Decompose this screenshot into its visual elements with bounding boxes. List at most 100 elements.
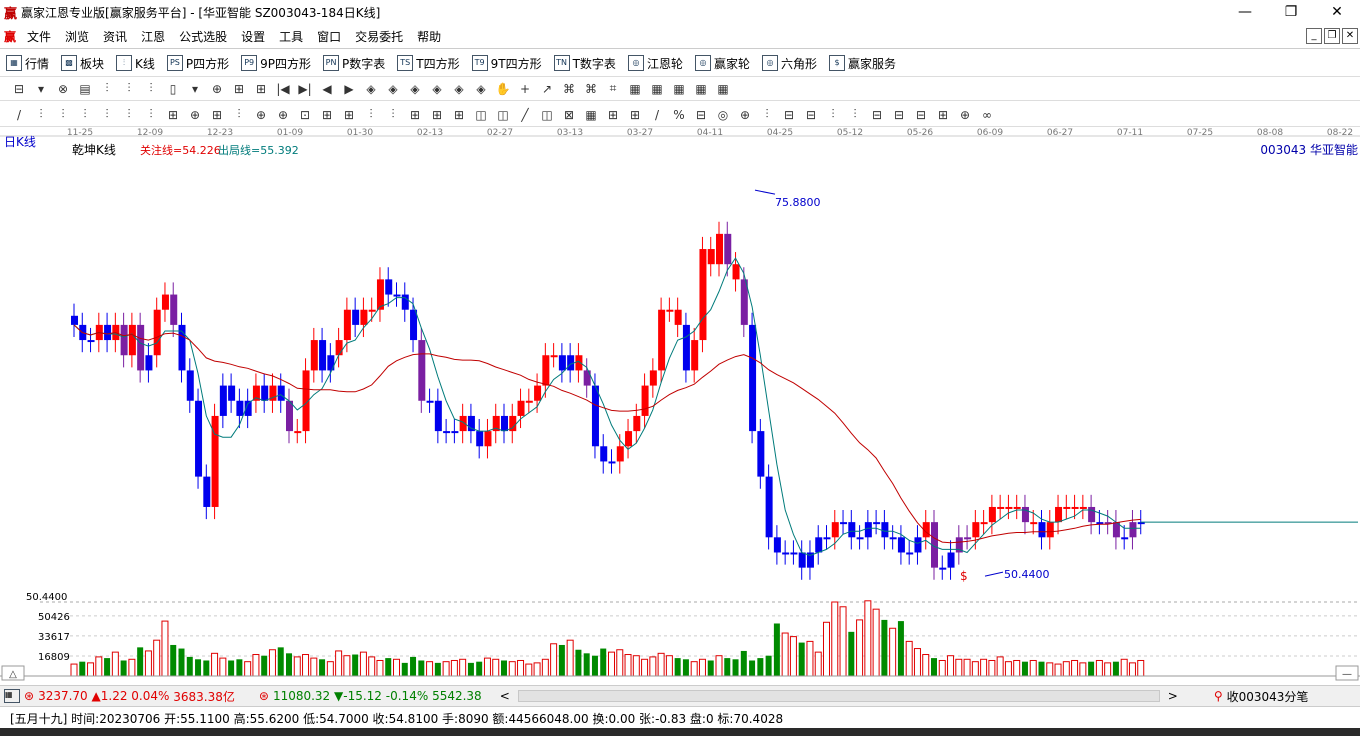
candle-body[interactable] <box>71 315 78 325</box>
toolbar-button-4[interactable]: P9 9P四方形 <box>235 55 317 72</box>
candle-body[interactable] <box>798 552 806 568</box>
candle-body[interactable] <box>889 537 897 540</box>
candle-body[interactable] <box>484 431 492 447</box>
candle-body[interactable] <box>1121 537 1129 540</box>
candle-body[interactable] <box>451 431 459 434</box>
candle-body[interactable] <box>666 309 674 312</box>
scroll-right-button[interactable]: > <box>1168 689 1178 703</box>
candle-body[interactable] <box>1055 506 1063 523</box>
candle-body[interactable] <box>203 476 211 507</box>
candle-body[interactable] <box>542 355 550 386</box>
candle-body[interactable] <box>972 522 980 538</box>
candle-body[interactable] <box>782 552 790 555</box>
menu-file[interactable]: 文件 <box>20 28 58 45</box>
candle-body[interactable] <box>104 324 112 341</box>
draw-tool-icon-13[interactable]: ▶| <box>294 82 316 96</box>
gann-tool-icon-19[interactable]: ⊞ <box>426 108 448 122</box>
toolbar-button-3[interactable]: PS P四方形 <box>161 55 235 72</box>
candle-body[interactable] <box>575 355 583 371</box>
draw-tool-icon-15[interactable]: ▶ <box>338 82 360 96</box>
toolbar-button-5[interactable]: PN P数字表 <box>317 55 391 72</box>
draw-tool-icon-11[interactable]: ⊞ <box>250 82 272 96</box>
gann-tool-icon-13[interactable]: ⊡ <box>294 108 316 122</box>
candle-body[interactable] <box>128 324 136 356</box>
candle-body[interactable] <box>1005 506 1013 509</box>
candle-body[interactable] <box>294 431 302 434</box>
fav-stock-label[interactable]: 收003043分笔 <box>1227 688 1309 705</box>
candle-body[interactable] <box>674 309 682 325</box>
candle-body[interactable] <box>459 415 467 432</box>
index-scrollbar[interactable] <box>517 690 1160 702</box>
candle-body[interactable] <box>947 552 955 568</box>
candle-body[interactable] <box>1129 522 1137 538</box>
draw-tool-icon-7[interactable]: ▯ <box>162 82 184 96</box>
draw-tool-icon-31[interactable]: ▦ <box>690 82 712 96</box>
candle-body[interactable] <box>393 294 401 297</box>
kline-chart[interactable]: 11-25 12-09 12-23 01-09 01-30 02-13 02-27 03-13… <box>0 128 1360 683</box>
candle-body[interactable] <box>856 537 864 540</box>
candle-body[interactable] <box>1013 506 1021 509</box>
draw-tool-icon-17[interactable]: ◈ <box>382 82 404 96</box>
candle-body[interactable] <box>749 324 757 432</box>
candle-body[interactable] <box>864 522 872 538</box>
candle-body[interactable] <box>600 446 608 462</box>
gann-tool-icon-31[interactable]: ⊟ <box>690 108 712 122</box>
candle-body[interactable] <box>964 537 972 540</box>
draw-tool-icon-22[interactable]: ✋ <box>492 82 514 96</box>
candle-body[interactable] <box>236 400 244 416</box>
candle-body[interactable] <box>625 431 633 447</box>
gann-tool-icon-43[interactable]: ⊕ <box>954 108 976 122</box>
candle-body[interactable] <box>732 264 740 280</box>
gann-tool-icon-11[interactable]: ⊕ <box>250 108 272 122</box>
candle-body[interactable] <box>914 537 922 553</box>
gann-tool-icon-23[interactable]: ╱ <box>514 108 536 122</box>
draw-tool-icon-14[interactable]: ◀ <box>316 82 338 96</box>
draw-tool-icon-20[interactable]: ◈ <box>448 82 470 96</box>
candle-body[interactable] <box>1063 506 1071 509</box>
toolbar-button-7[interactable]: T9 9T四方形 <box>466 55 548 72</box>
close-button[interactable]: ✕ <box>1314 0 1360 24</box>
draw-tool-icon-1[interactable]: ▾ <box>30 82 52 96</box>
scroll-left-button[interactable]: < <box>500 689 510 703</box>
candle-body[interactable] <box>939 567 947 570</box>
candle-body[interactable] <box>815 537 823 553</box>
candle-body[interactable] <box>765 476 773 538</box>
candle-body[interactable] <box>335 340 343 356</box>
gann-tool-icon-12[interactable]: ⊕ <box>272 108 294 122</box>
candle-body[interactable] <box>773 537 781 553</box>
candle-body[interactable] <box>401 294 409 310</box>
candle-body[interactable] <box>724 233 732 265</box>
candle-body[interactable] <box>1038 522 1046 538</box>
candle-body[interactable] <box>261 385 269 401</box>
candle-body[interactable] <box>310 340 318 371</box>
gann-tool-icon-15[interactable]: ⊞ <box>338 108 360 122</box>
candle-body[interactable] <box>170 294 178 325</box>
candle-body[interactable] <box>1021 506 1029 523</box>
draw-tool-icon-2[interactable]: ⊗ <box>52 82 74 96</box>
gann-tool-icon-21[interactable]: ◫ <box>470 108 492 122</box>
menu-settings[interactable]: 设置 <box>234 28 272 45</box>
gann-tool-icon-4[interactable]: ⫶ <box>96 107 118 122</box>
chart-canvas[interactable]: 11-25 12-09 12-23 01-09 01-30 02-13 02-27 03-13… <box>0 128 1360 683</box>
candle-body[interactable] <box>418 340 426 401</box>
gann-tool-icon-0[interactable]: / <box>8 108 30 122</box>
minimize-button[interactable]: — <box>1222 0 1268 24</box>
gann-tool-icon-6[interactable]: ⫶ <box>140 107 162 122</box>
candle-body[interactable] <box>525 400 533 403</box>
gann-tool-icon-17[interactable]: ⫶ <box>382 107 404 122</box>
candle-body[interactable] <box>385 279 393 295</box>
candle-body[interactable] <box>368 309 376 312</box>
mdi-minimize-button[interactable]: _ <box>1306 28 1322 44</box>
candle-body[interactable] <box>1071 506 1079 509</box>
candle-body[interactable] <box>873 522 881 525</box>
gann-tool-icon-33[interactable]: ⊕ <box>734 108 756 122</box>
gann-tool-icon-30[interactable]: % <box>668 108 690 122</box>
gann-tool-icon-42[interactable]: ⊞ <box>932 108 954 122</box>
draw-tool-icon-19[interactable]: ◈ <box>426 82 448 96</box>
gann-tool-icon-44[interactable]: ∞ <box>976 108 998 122</box>
candle-body[interactable] <box>145 355 153 371</box>
draw-tool-icon-23[interactable]: + <box>514 82 536 96</box>
draw-tool-icon-9[interactable]: ⊕ <box>206 82 228 96</box>
gann-tool-icon-20[interactable]: ⊞ <box>448 108 470 122</box>
candle-body[interactable] <box>699 249 707 341</box>
